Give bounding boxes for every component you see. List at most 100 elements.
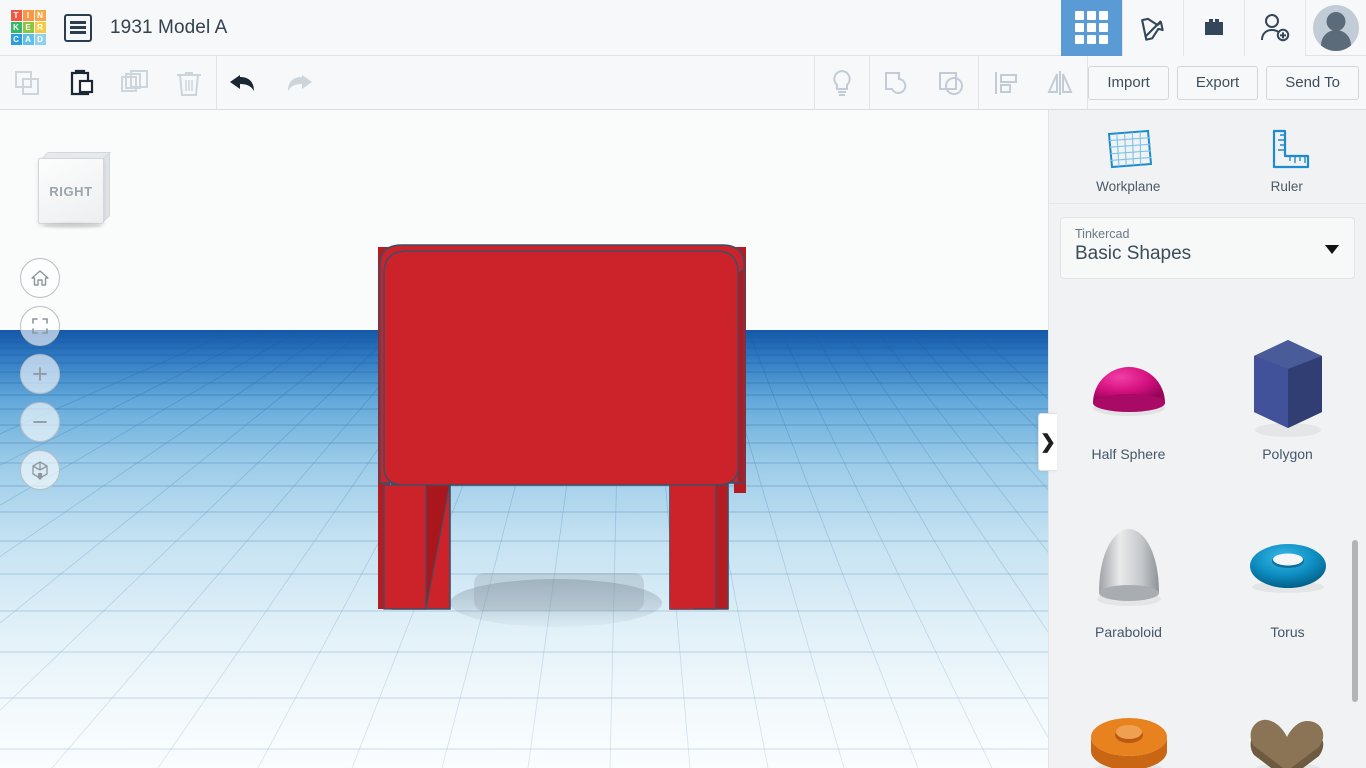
copy-icon: [15, 70, 39, 95]
fit-to-view-button[interactable]: [20, 306, 60, 346]
align-button[interactable]: [979, 56, 1033, 110]
logo-tile-d: D: [34, 34, 46, 45]
ruler-tool-label: Ruler: [1270, 179, 1303, 194]
shape-torus[interactable]: Torus: [1208, 486, 1366, 664]
shape-library-dropdown[interactable]: Tinkercad Basic Shapes: [1060, 217, 1355, 279]
logo-tile-i: I: [22, 10, 34, 21]
brick-icon: [1205, 18, 1223, 35]
pickaxe-icon: [1141, 17, 1164, 41]
document-list-icon[interactable]: [64, 13, 92, 42]
history-tools: [217, 56, 325, 110]
file-actions: Import Export Send To: [1088, 65, 1366, 100]
view-cube-shadow: [43, 223, 101, 228]
main-toolbar: Import Export Send To: [0, 55, 1366, 110]
duplicate-button[interactable]: [108, 56, 162, 110]
grid-icon: [1075, 11, 1108, 44]
logo-tile-r: R: [34, 22, 46, 33]
group-button[interactable]: [870, 56, 924, 110]
zoom-out-button[interactable]: [20, 402, 60, 442]
copy-button[interactable]: [0, 56, 54, 110]
paste-button[interactable]: [54, 56, 108, 110]
duplicate-icon: [121, 69, 148, 92]
torus-art: [1240, 510, 1336, 622]
view-cube-front-face[interactable]: RIGHT: [38, 158, 104, 224]
shape-library-sublabel: Tinkercad: [1075, 227, 1130, 241]
undo-arrow-icon: [230, 74, 254, 91]
tinkercad-logo[interactable]: TIN KER CAD: [10, 10, 46, 46]
ungroup-button[interactable]: [924, 56, 978, 110]
import-button[interactable]: Import: [1088, 65, 1169, 100]
ruler-tool[interactable]: Ruler: [1232, 126, 1342, 194]
workplane-tool[interactable]: Workplane: [1073, 126, 1183, 194]
shape-polygon[interactable]: Polygon: [1208, 308, 1366, 486]
logo-tile-c: C: [10, 34, 22, 45]
redo-button[interactable]: [271, 56, 325, 110]
shape-tube[interactable]: Tube: [1049, 664, 1208, 768]
logo-tile-e: E: [22, 22, 34, 33]
gallery-grid-button[interactable]: [1061, 0, 1122, 56]
redo-arrow-icon: [288, 74, 312, 91]
avatar: [1313, 4, 1359, 51]
workspace-canvas[interactable]: RIGHT: [0, 110, 1048, 768]
header-actions: [1061, 0, 1366, 56]
polygon-art: [1242, 332, 1334, 444]
export-button[interactable]: Export: [1176, 65, 1259, 100]
blocks-button[interactable]: [1183, 0, 1244, 56]
shape-half-sphere[interactable]: Half Sphere: [1049, 308, 1208, 486]
shape-paraboloid[interactable]: Paraboloid: [1049, 486, 1208, 664]
user-avatar-button[interactable]: [1305, 0, 1366, 56]
tinkercad-app: TINKERCAD 1931 Model A Import Export Sen…: [0, 0, 1366, 768]
plus-icon: [33, 367, 47, 381]
shape-heart[interactable]: Heart: [1208, 664, 1366, 768]
list-line: [70, 21, 86, 24]
undo-button[interactable]: [217, 56, 271, 110]
view-navigation-controls: [20, 258, 60, 498]
invite-button[interactable]: [1244, 0, 1305, 56]
cube-perspective-icon: [32, 461, 48, 480]
hint-button[interactable]: [815, 56, 869, 110]
shapes-list[interactable]: Half Sphere Polygon Paraboloid Torus: [1049, 308, 1366, 768]
list-line: [70, 31, 86, 34]
delete-button[interactable]: [162, 56, 216, 110]
chevron-down-icon: [1325, 245, 1339, 254]
list-line: [70, 26, 86, 29]
half-sphere-art: [1084, 332, 1174, 444]
view-cube[interactable]: RIGHT: [35, 148, 112, 228]
group-shapes-icon: [885, 71, 907, 94]
mirror-icon: [1047, 70, 1073, 95]
view-cube-side-face[interactable]: [103, 152, 110, 222]
model-3d-object[interactable]: [370, 235, 750, 635]
logo-tile-t: T: [10, 10, 22, 21]
codeblocks-button[interactable]: [1122, 0, 1183, 56]
page-title: 1931 Model A: [110, 16, 228, 38]
panel-scrollbar[interactable]: [1352, 540, 1358, 702]
logo-tile-n: N: [34, 10, 46, 21]
shape-library-value: Basic Shapes: [1075, 243, 1192, 264]
home-view-button[interactable]: [20, 258, 60, 298]
app-header: TIN KER CAD 1931 Model A: [0, 0, 1366, 56]
heart-art: [1240, 688, 1336, 768]
paste-icon: [70, 69, 94, 95]
home-icon: [31, 270, 49, 286]
workplane-grid-icon: [1108, 129, 1153, 169]
mirror-button[interactable]: [1033, 56, 1087, 110]
ungroup-shapes-icon: [939, 71, 964, 95]
clipboard-tools: [0, 56, 216, 110]
panel-collapse-handle[interactable]: ❯: [1038, 413, 1057, 471]
perspective-toggle-button[interactable]: [20, 450, 60, 490]
tube-art: [1081, 688, 1177, 768]
fit-frame-icon: [32, 318, 48, 334]
ruler-icon: [1272, 129, 1309, 169]
logo-tile-k: K: [10, 22, 22, 33]
minus-icon: [33, 421, 47, 423]
paraboloid-art: [1085, 510, 1173, 622]
workplane-tool-label: Workplane: [1096, 179, 1161, 194]
lightbulb-icon: [833, 69, 852, 96]
shape-label: Torus: [1270, 624, 1305, 640]
send-to-button[interactable]: Send To: [1266, 65, 1359, 100]
trash-icon: [177, 71, 201, 96]
zoom-in-button[interactable]: [20, 354, 60, 394]
shape-label: Half Sphere: [1091, 446, 1166, 462]
shape-label: Polygon: [1262, 446, 1313, 462]
shapes-panel: Workplane Ruler Tinkercad Basic Shapes H…: [1048, 110, 1366, 768]
